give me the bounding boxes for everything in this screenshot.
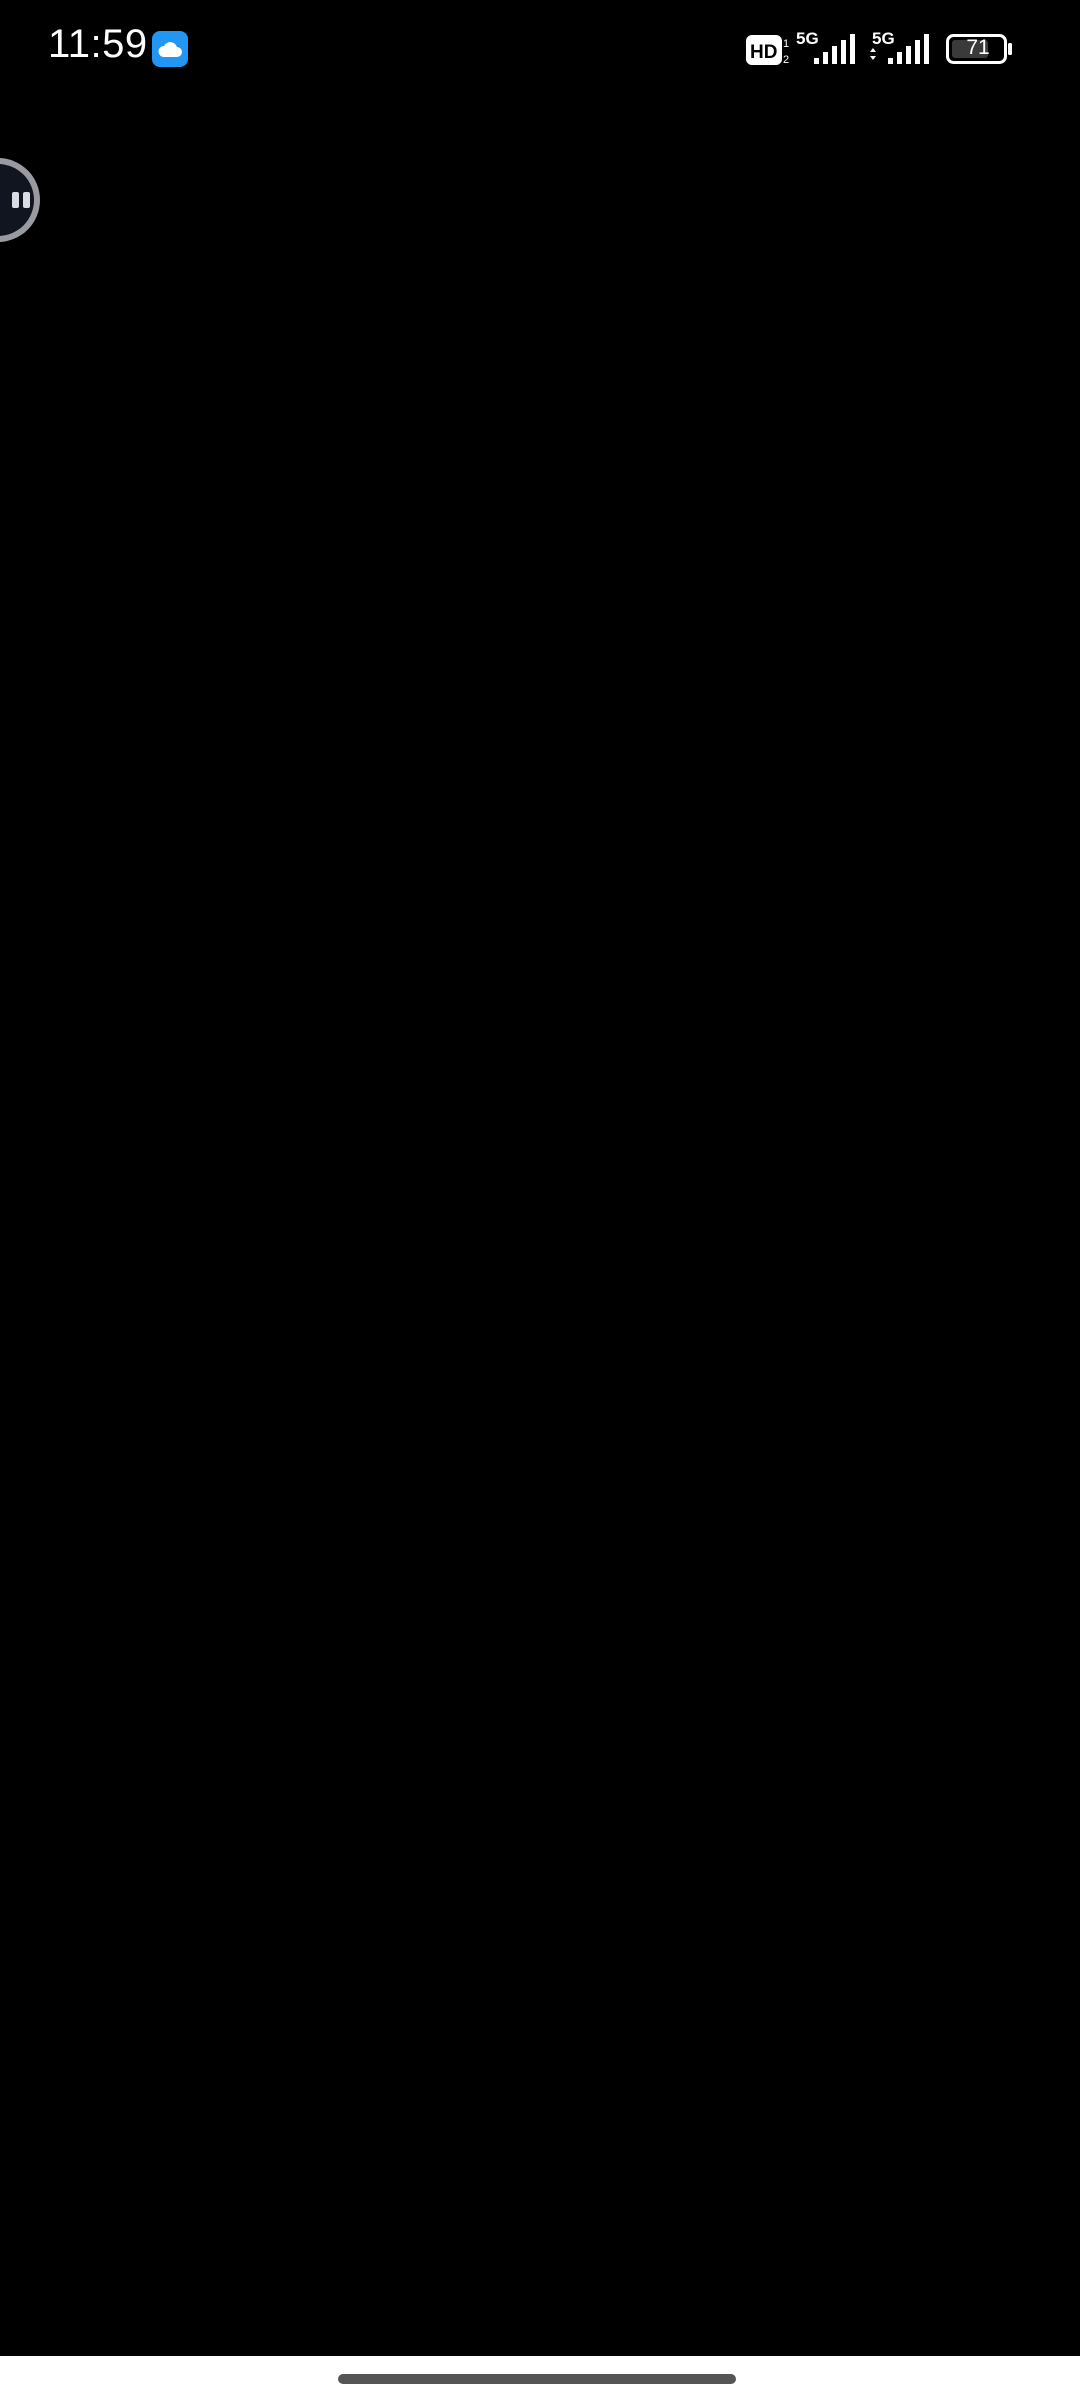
signal-sim2-icon: 5G: [868, 28, 934, 73]
sim2-network-type: 5G: [872, 29, 895, 48]
signal-sim1-icon: 5G: [796, 28, 860, 73]
status-bar: 11:59 HD 1 2 5G 5G 71: [0, 0, 1080, 100]
battery-level: 71: [966, 36, 990, 59]
navigation-bar: [0, 2356, 1080, 2400]
status-time: 11:59: [48, 22, 148, 66]
hd-label: HD: [750, 42, 777, 63]
sim1-network-type: 5G: [796, 29, 819, 48]
phone-screen: 11:59 HD 1 2 5G 5G 71: [0, 0, 1080, 2400]
assistant-face-icon: [0, 164, 34, 236]
content-area: [0, 100, 1080, 2356]
svg-text:1: 1: [783, 38, 789, 50]
hd-voice-icon: HD 1 2: [746, 33, 792, 72]
assistant-eye-right: [23, 192, 30, 208]
hd-sub-label: 2: [783, 54, 789, 66]
cloud-app-icon: [152, 31, 188, 67]
home-gesture-handle[interactable]: [338, 2374, 736, 2384]
assistant-eye-left: [12, 192, 19, 208]
